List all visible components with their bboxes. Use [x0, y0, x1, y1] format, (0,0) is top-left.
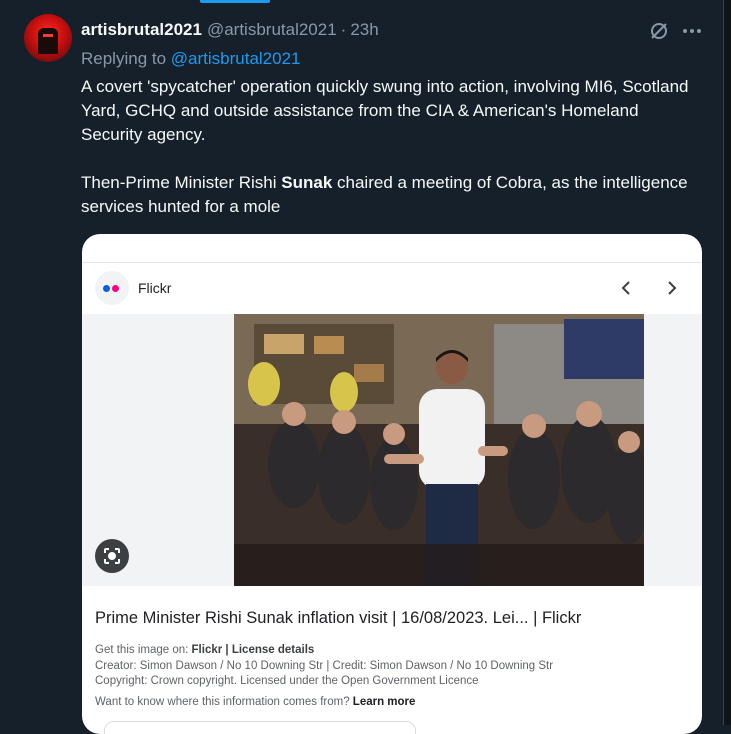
creator-line: Creator: Simon Dawson / No 10 Downing St…: [95, 659, 554, 672]
tweet-bold-word: Sunak: [281, 173, 333, 192]
lens-icon[interactable]: [95, 539, 129, 573]
card-bottom-button[interactable]: [104, 721, 416, 734]
image-source-card[interactable]: Flickr Prime Minister Rishi Sunak inflat…: [82, 234, 702, 734]
card-header: Flickr: [82, 263, 702, 313]
scrollbar-track[interactable]: [723, 0, 731, 725]
image-metadata: Get this image on: Flickr | License deta…: [95, 643, 553, 710]
flickr-blue-dot: [103, 285, 110, 292]
grok-icon[interactable]: [648, 20, 670, 42]
learn-more-link[interactable]: Learn more: [353, 696, 416, 708]
get-image-source-link[interactable]: Flickr: [192, 644, 223, 656]
avatar[interactable]: [24, 14, 72, 62]
timestamp[interactable]: 23h: [350, 20, 378, 40]
display-name[interactable]: artisbrutal2021: [81, 20, 202, 40]
chevron-left-icon[interactable]: [614, 276, 638, 300]
replying-mention[interactable]: @artisbrutal2021: [171, 49, 301, 68]
copyright-line: Copyright: Crown copyright. Licensed und…: [95, 675, 479, 687]
tweet-header: artisbrutal2021 @artisbrutal2021 · 23h: [81, 20, 379, 42]
get-image-line: Get this image on: Flickr | License deta…: [95, 643, 553, 659]
avatar-figure: [38, 28, 58, 54]
info-source-line: Want to know where this information come…: [95, 695, 553, 711]
image-area: [82, 314, 702, 586]
tweet-text: A covert 'spycatcher' operation quickly …: [81, 75, 691, 219]
more-icon[interactable]: [682, 19, 702, 43]
tweet-paragraph-2: Then-Prime Minister Rishi Sunak chaired …: [81, 171, 691, 219]
source-name: Flickr: [138, 280, 172, 296]
replying-prefix: Replying to: [81, 49, 171, 68]
chevron-right-icon[interactable]: [660, 276, 684, 300]
tweet-paragraph-1: A covert 'spycatcher' operation quickly …: [81, 77, 689, 144]
flickr-pink-dot: [112, 285, 119, 292]
user-handle[interactable]: @artisbrutal2021: [207, 20, 337, 40]
card-title[interactable]: Prime Minister Rishi Sunak inflation vis…: [95, 609, 581, 628]
replying-to: Replying to @artisbrutal2021: [81, 49, 301, 69]
tweet-paragraph-2-start: Then-Prime Minister Rishi: [81, 173, 282, 192]
get-image-prefix: Get this image on:: [95, 644, 192, 656]
photo[interactable]: [234, 314, 644, 586]
license-details-link[interactable]: License details: [232, 644, 314, 656]
meta-separator: |: [222, 644, 232, 656]
card-top-bar: [82, 234, 702, 263]
separator-dot: ·: [340, 20, 347, 39]
info-source-question: Want to know where this information come…: [95, 695, 353, 708]
active-tab-indicator: [200, 0, 270, 3]
flickr-logo-icon: [95, 271, 129, 305]
